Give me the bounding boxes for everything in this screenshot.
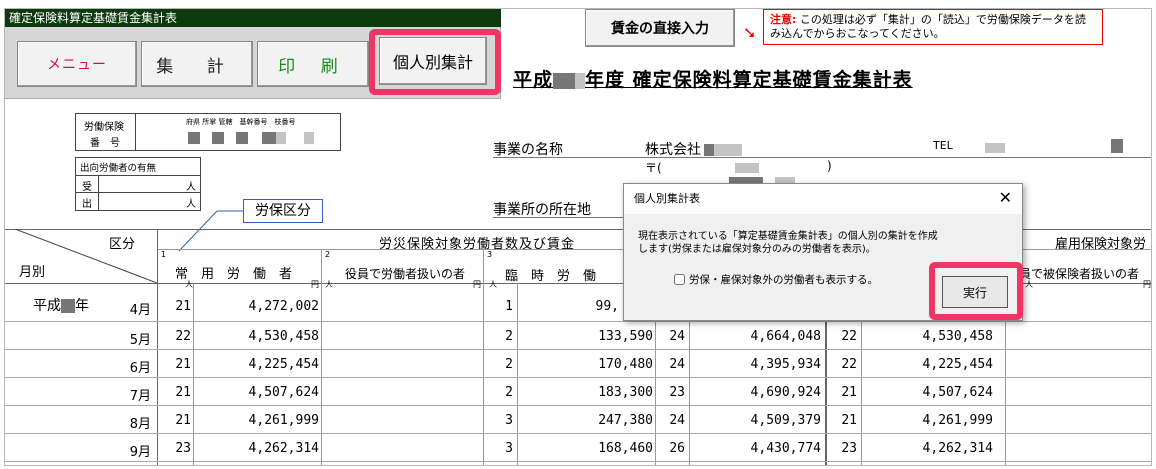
checkbox-label: 労保・雇保対象外の労働者も表示する。	[689, 274, 878, 286]
month-label: 月別	[19, 265, 46, 280]
business-name-label: 事業の名称	[493, 142, 563, 158]
individual-summary-button[interactable]: 個人別集計	[379, 37, 487, 85]
address-label: 事業所の所在地	[493, 202, 591, 218]
dialog-message: 現在表示されている「算定基礎賃金集計表」の個人別の集計を作成します(労保または雇…	[638, 231, 938, 255]
notice-label: 注意:	[770, 13, 797, 26]
company-name: 株式会社	[645, 139, 742, 159]
notice-text: この処理は必ず「集計」の「読込」で労働保険データを読み込んでからおこなってくださ…	[770, 13, 1086, 40]
out-unit: 人	[186, 199, 196, 210]
excel-sheet: 確定保険料算定基礎賃金集計表 メニュー 集 計 印 刷 個人別集計 賃金の直接入…	[4, 8, 1152, 466]
run-button[interactable]: 実行	[942, 276, 1008, 308]
labor-ins-label: 労働保険	[84, 122, 124, 133]
close-icon[interactable]: ✕	[999, 188, 1012, 207]
dispatch-label: 出向労働者の有無	[80, 163, 157, 174]
individual-summary-dialog: 個人別集計表 ✕ 現在表示されている「算定基礎賃金集計表」の個人別の集計を作成し…	[623, 183, 1023, 321]
menu-button[interactable]: メニュー	[17, 41, 137, 87]
in-label: 受	[82, 182, 92, 193]
dialog-title: 個人別集計表	[624, 184, 1022, 214]
postal-label: 〒(	[645, 161, 662, 175]
col1-num: 1	[161, 250, 167, 259]
tag-connector-line	[178, 210, 243, 252]
col3-num: 3	[487, 250, 493, 259]
tel-label: TEL	[933, 139, 953, 152]
employment-header: 雇用保険対象労	[1055, 237, 1147, 252]
in-unit: 人	[186, 182, 196, 193]
dispatch-box: 出向労働者の有無 受 出 人 人	[75, 157, 201, 211]
code-headers: 府県 所掌 管轄 基幹番号 枝番号	[186, 118, 296, 126]
show-excluded-checkbox[interactable]: 労保・雇保対象外の労働者も表示する。	[674, 272, 878, 287]
kubun-label: 区分	[109, 237, 136, 252]
toolbar-panel: 確定保険料算定基礎賃金集計表 メニュー 集 計 印 刷 個人別集計	[5, 9, 501, 99]
postal-close: )	[827, 159, 832, 173]
arrow-icon: ➘	[743, 23, 757, 42]
print-button[interactable]: 印 刷	[257, 41, 369, 87]
title-prefix: 平成	[513, 69, 554, 91]
redacted-year-2	[575, 72, 586, 89]
col2-label: 役員で労働者扱いの者	[345, 267, 466, 281]
labor-insurance-number-box: 労働保険 番 号 府県 所掌 管轄 基幹番号 枝番号	[75, 113, 341, 151]
notice-box: 注意: この処理は必ず「集計」の「読込」で労働保険データを読み込んでからおこなっ…	[763, 9, 1103, 45]
col3-label: 臨 時 労 働	[505, 269, 597, 284]
checkbox-box[interactable]	[674, 274, 685, 285]
redacted-year	[553, 72, 576, 89]
out-label: 出	[82, 199, 92, 210]
document-title: 平成 年度 確定保険料算定基礎賃金集計表	[513, 65, 913, 92]
era-label: 平成年	[33, 298, 89, 314]
workers-comp-header: 労災保険対象労働者数及び賃金	[379, 237, 576, 252]
number-label: 番 号	[90, 138, 120, 149]
sum-button[interactable]: 集 計	[141, 41, 253, 87]
col2-num: 2	[325, 250, 331, 259]
labor-class-tag: 労保区分	[243, 199, 323, 223]
title-suffix: 年度 確定保険料算定基礎賃金集計表	[585, 69, 913, 91]
wage-direct-input-button[interactable]: 賃金の直接入力	[585, 9, 735, 47]
window-title: 確定保険料算定基礎賃金集計表	[5, 9, 501, 27]
